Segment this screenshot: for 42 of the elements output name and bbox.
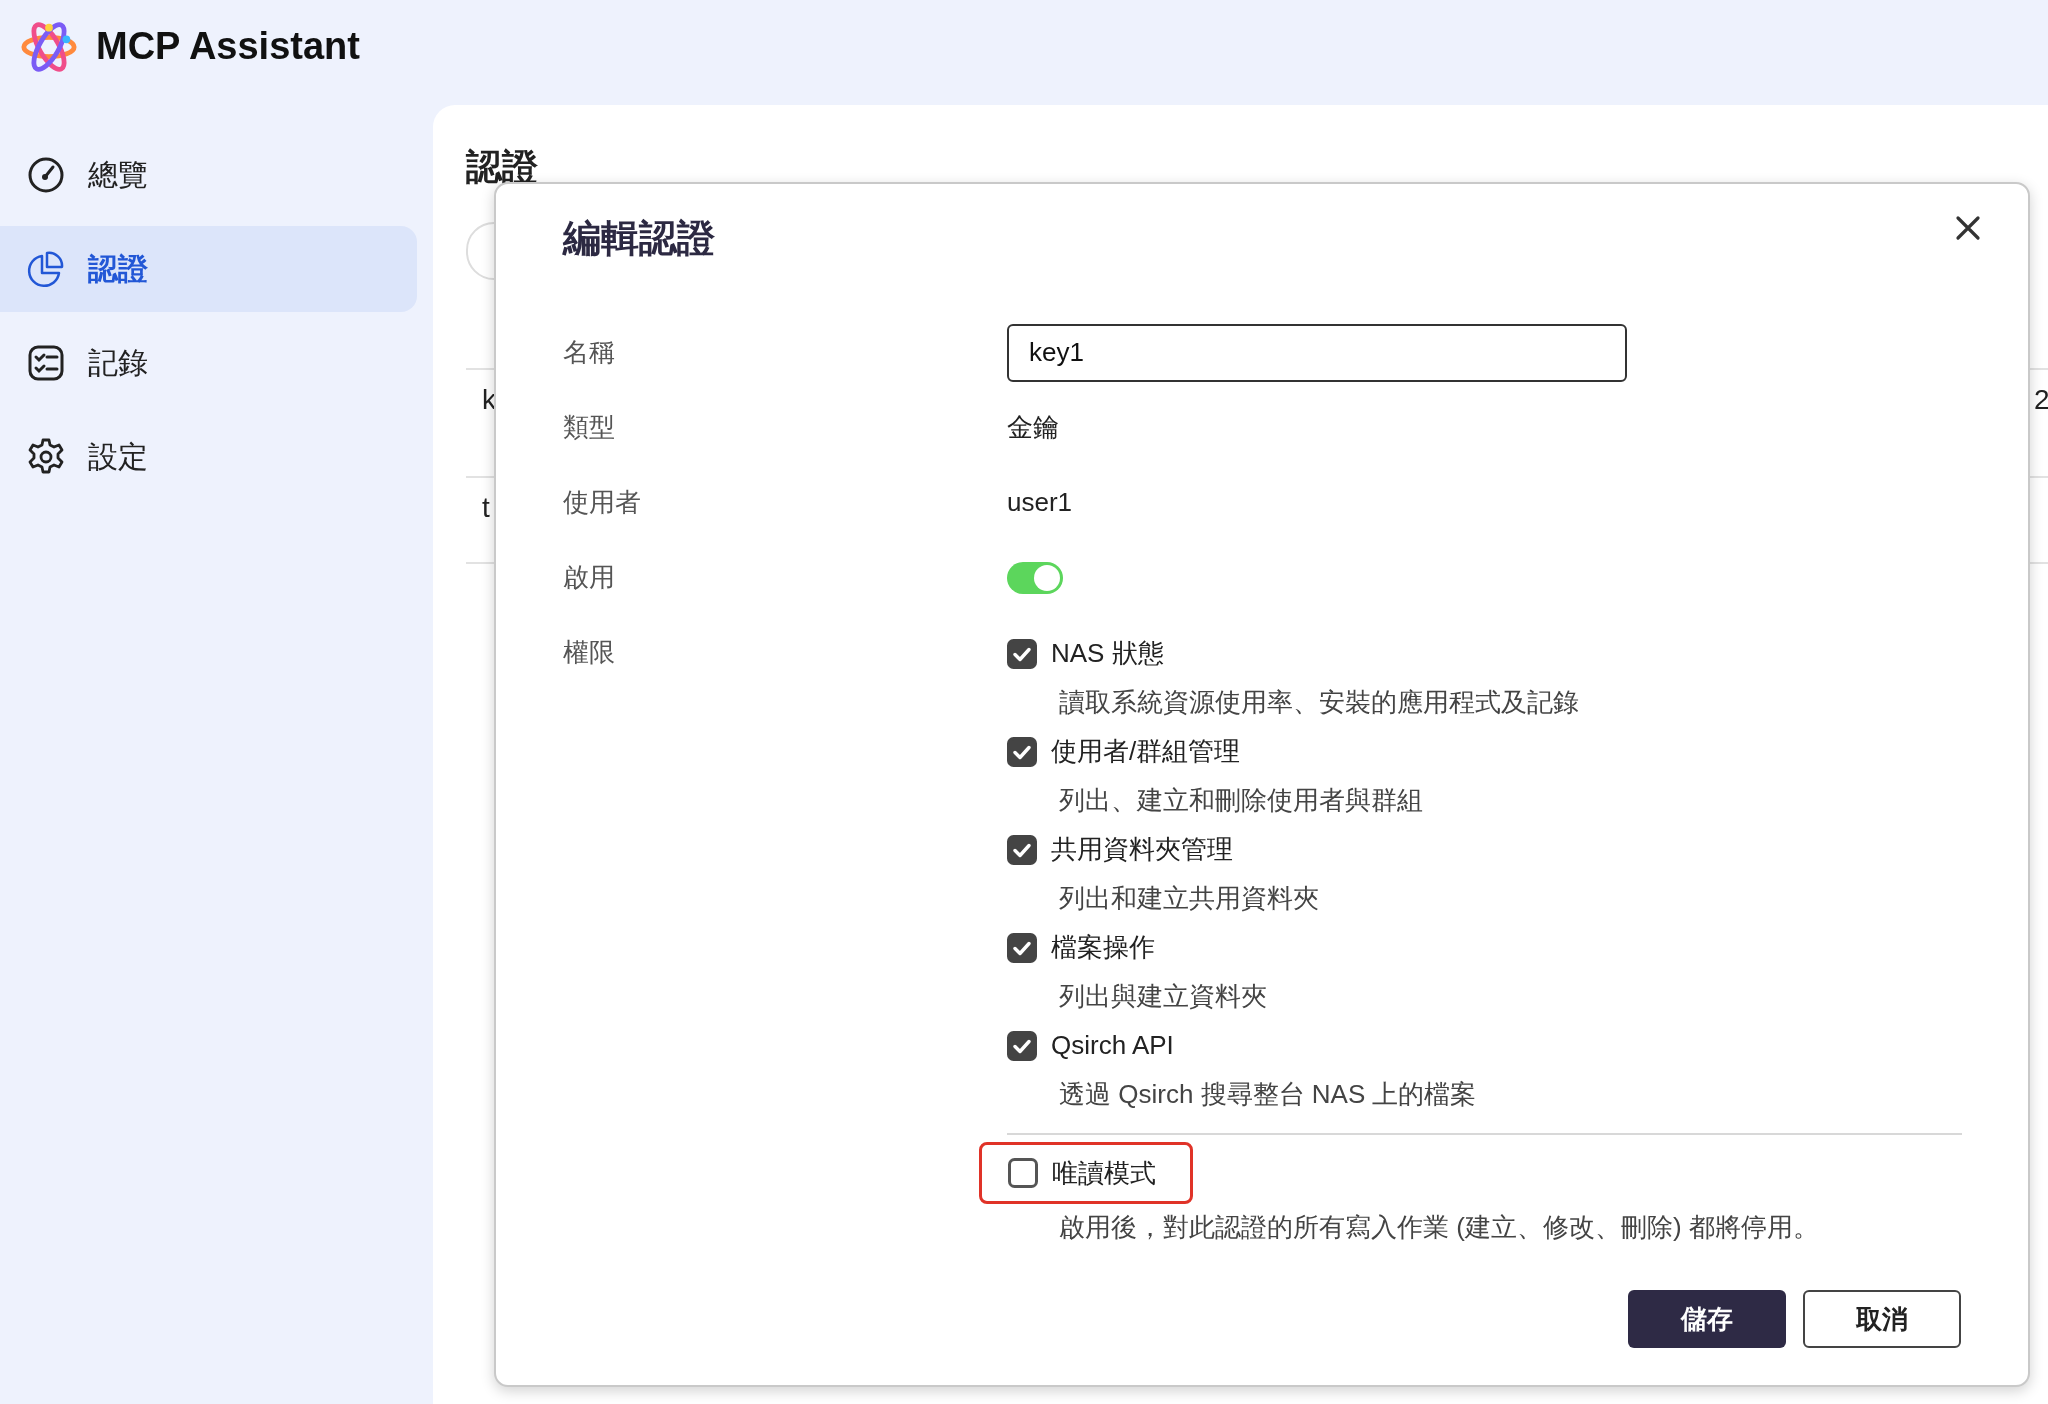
permission-label: NAS 狀態 xyxy=(1051,637,1164,670)
table-cell-text: 2 xyxy=(2034,383,2048,416)
sidebar-item[interactable]: 總覽 xyxy=(0,132,417,218)
checkbox[interactable] xyxy=(1007,932,1037,963)
field-label: 使用者 xyxy=(563,486,642,519)
field-value: user1 xyxy=(1007,487,1073,518)
checkbox[interactable] xyxy=(1007,834,1037,865)
gauge-icon xyxy=(26,155,66,195)
checkbox[interactable] xyxy=(1007,736,1037,767)
table-cell-text: k xyxy=(482,383,496,416)
sidebar-item[interactable]: 認證 xyxy=(0,226,417,312)
permission-description: 列出與建立資料夾 xyxy=(1058,980,1268,1013)
enable-toggle[interactable] xyxy=(1007,561,1063,594)
field-label: 名稱 xyxy=(563,336,616,369)
pie-chart-icon xyxy=(26,249,66,289)
field-label: 啟用 xyxy=(563,561,616,594)
field-label: 權限 xyxy=(563,636,616,669)
permission-label: Qsirch API xyxy=(1051,1030,1174,1061)
dialog-title: 編輯認證 xyxy=(563,215,715,261)
checklist-icon xyxy=(26,343,66,383)
cancel-button[interactable]: 取消 xyxy=(1803,1290,1961,1348)
app-title: MCP Assistant xyxy=(96,25,360,68)
permission-description: 透過 Qsirch 搜尋整台 NAS 上的檔案 xyxy=(1058,1078,1478,1111)
checkbox[interactable] xyxy=(1008,1158,1038,1188)
name-input[interactable]: key1 xyxy=(1007,323,1627,382)
permission-label: 共用資料夾管理 xyxy=(1051,833,1233,866)
page-title: 認證 xyxy=(466,145,539,189)
checkbox[interactable] xyxy=(1007,1030,1037,1061)
sidebar-item[interactable]: 記錄 xyxy=(0,320,417,406)
table-cell-text: t xyxy=(482,491,490,524)
field-label: 類型 xyxy=(563,411,616,444)
read-only-label: 唯讀模式 xyxy=(1052,1156,1156,1190)
permission-label: 使用者/群組管理 xyxy=(1051,735,1241,768)
permission-description: 列出和建立共用資料夾 xyxy=(1058,882,1320,915)
read-only-description: 啟用後，對此認證的所有寫入作業 (建立、修改、刪除) 都將停用。 xyxy=(1058,1211,1820,1244)
checkbox[interactable] xyxy=(1007,638,1037,669)
permission-label: 檔案操作 xyxy=(1051,931,1155,964)
field-value: 金鑰 xyxy=(1007,411,1059,444)
permission-description: 列出、建立和刪除使用者與群組 xyxy=(1058,784,1424,817)
save-button[interactable]: 儲存 xyxy=(1628,1290,1786,1348)
permission-description: 讀取系統資源使用率、安裝的應用程式及記錄 xyxy=(1058,686,1580,719)
sidebar-item[interactable]: 設定 xyxy=(0,414,417,500)
